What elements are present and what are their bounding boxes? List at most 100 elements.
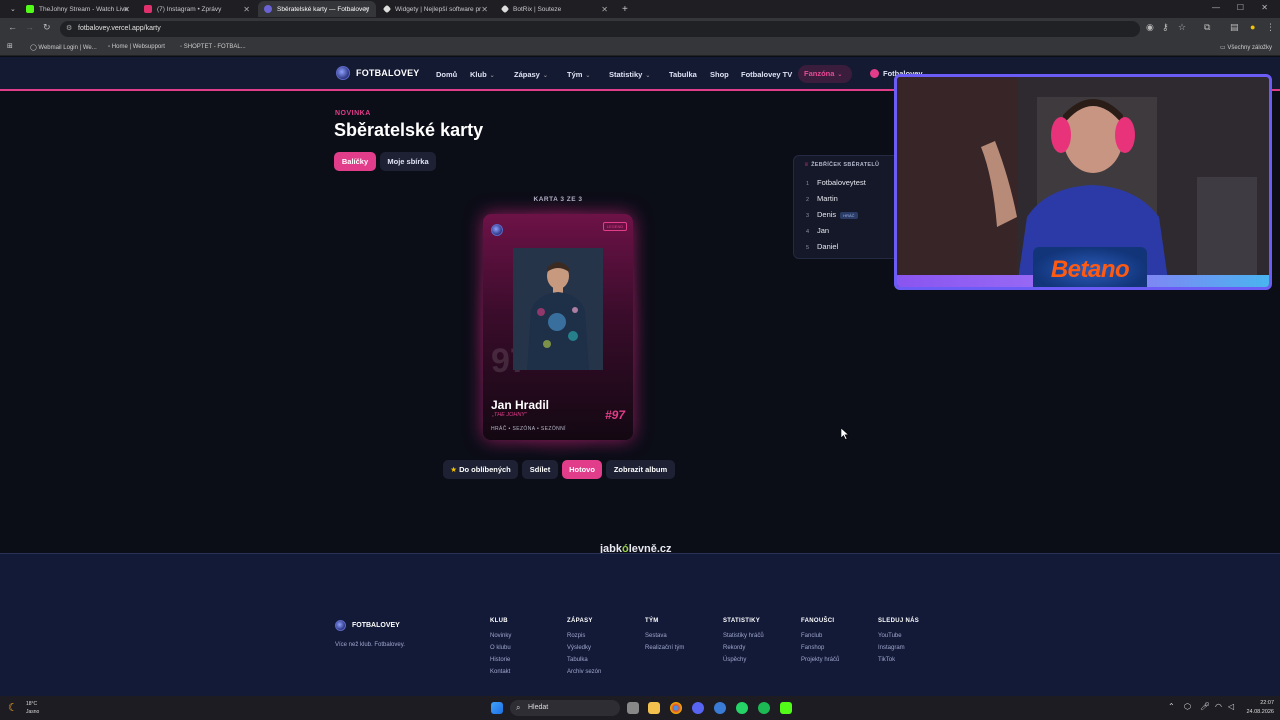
- password-icon[interactable]: ⚷: [1162, 22, 1169, 33]
- nav-zapasy[interactable]: Zápasy ⌄: [514, 70, 548, 79]
- collectible-card[interactable]: LEGEND 97 Jan Hradil „THE JOHNY" #97 HRÁ…: [483, 214, 633, 440]
- site-info-icon[interactable]: ⚙: [66, 21, 72, 37]
- leaderboard-row[interactable]: 2 Martin: [806, 194, 838, 203]
- user-avatar-icon: [870, 69, 879, 78]
- apps-grid-icon[interactable]: ⊞: [7, 42, 13, 50]
- chrome-icon[interactable]: [670, 702, 682, 714]
- footer-link[interactable]: Úspěchy: [723, 657, 746, 663]
- bookmark-websupport[interactable]: ▫ Home | Websupport: [108, 44, 165, 50]
- footer-link[interactable]: Projekty hráčů: [801, 657, 839, 663]
- footer-link[interactable]: Novinky: [490, 633, 511, 639]
- footer-link[interactable]: Kontakt: [490, 669, 510, 675]
- url-field[interactable]: ⚙ fotbalovey.vercel.app/karty: [60, 21, 1140, 37]
- nav-shop[interactable]: Shop: [710, 70, 729, 79]
- share-button[interactable]: Sdílet: [522, 460, 558, 479]
- footer-link[interactable]: Statistiky hráčů: [723, 633, 764, 639]
- card-meta: HRÁČ • SEZÓNA • SEZÓNNÍ: [491, 426, 566, 432]
- tray-app-icon[interactable]: ⬡: [1184, 702, 1191, 711]
- nav-fanzona[interactable]: Fanzóna ⌄: [798, 65, 852, 83]
- close-icon[interactable]: ✕: [123, 5, 130, 14]
- back-icon[interactable]: ←: [8, 22, 17, 32]
- chevron-down-icon: ⌄: [645, 73, 651, 79]
- footer-link[interactable]: YouTube: [878, 633, 902, 639]
- taskbar-clock[interactable]: 22:07 24.08.2026: [1246, 699, 1274, 717]
- kick-icon: [26, 5, 34, 13]
- close-icon[interactable]: ✕: [243, 5, 250, 14]
- tab-instagram[interactable]: (7) Instagram • Zprávy ✕: [138, 1, 256, 17]
- leaderboard-row[interactable]: 3 Denis HRÁČ: [806, 210, 858, 219]
- forward-icon[interactable]: →: [25, 22, 34, 32]
- weather-widget[interactable]: 18°C Jasno: [26, 700, 39, 716]
- footer-link[interactable]: Rekordy: [723, 645, 745, 651]
- footer-brand[interactable]: FOTBALOVEY: [335, 620, 400, 631]
- footer-link[interactable]: Realizační tým: [645, 645, 684, 651]
- profile-icon[interactable]: ●: [1250, 22, 1255, 32]
- leaderboard-row[interactable]: 1 Fotbaloveytest: [806, 178, 866, 187]
- nav-domu[interactable]: Domů: [436, 70, 457, 79]
- minimize-icon[interactable]: —: [1212, 3, 1220, 12]
- footer-link[interactable]: TikTok: [878, 657, 895, 663]
- footer-link[interactable]: O klubu: [490, 645, 511, 651]
- tab-botrix[interactable]: BotRix | Souteze ✕: [496, 1, 614, 17]
- close-icon[interactable]: ✕: [481, 5, 488, 14]
- nav-statistiky[interactable]: Statistiky ⌄: [609, 70, 650, 79]
- tray-chevron-icon[interactable]: ⌃: [1168, 702, 1175, 711]
- windows-start-icon[interactable]: [491, 702, 503, 714]
- footer-link[interactable]: Sestava: [645, 633, 667, 639]
- maximize-icon[interactable]: ☐: [1237, 3, 1244, 12]
- footer-tagline: Více než klub. Fotbalovey.: [335, 642, 405, 648]
- menu-icon[interactable]: ⋮: [1266, 22, 1275, 33]
- reload-icon[interactable]: ↻: [43, 22, 51, 33]
- tab-sberatelske-karty[interactable]: Sběratelské karty — Fotbalovey ✕: [258, 1, 376, 17]
- sidebar-icon[interactable]: ▤: [1230, 22, 1239, 33]
- kick-app-icon[interactable]: [780, 702, 792, 714]
- extensions-puzzle-icon[interactable]: ⧉: [1204, 22, 1210, 33]
- close-icon[interactable]: ✕: [363, 5, 370, 14]
- all-bookmarks[interactable]: ▭ Všechny záložky: [1220, 44, 1272, 51]
- nav-tym[interactable]: Tým ⌄: [567, 70, 590, 79]
- footer-link[interactable]: Rozpis: [567, 633, 585, 639]
- nav-klub[interactable]: Klub ⌄: [470, 70, 495, 79]
- footer-link[interactable]: Fanshop: [801, 645, 824, 651]
- spotify-icon[interactable]: [758, 702, 770, 714]
- bookmark-shoptet[interactable]: ◦ SHOPTET - FOTBAL...: [180, 44, 246, 50]
- close-window-icon[interactable]: ✕: [1261, 3, 1268, 12]
- bookmark-webmail[interactable]: ◯ Webmail Login | We...: [30, 44, 97, 51]
- footer-link[interactable]: Výsledky: [567, 645, 591, 651]
- favorite-button[interactable]: ★ Do oblíbených: [443, 460, 518, 479]
- bookmark-star-icon[interactable]: ☆: [1178, 22, 1186, 33]
- bookmarks-bar: ⊞ ◯ Webmail Login | We... ▫ Home | Websu…: [0, 40, 1280, 56]
- footer-link[interactable]: Instagram: [878, 645, 905, 651]
- nav-tabulka[interactable]: Tabulka: [669, 70, 697, 79]
- tab-moje-sbirka[interactable]: Moje sbírka: [380, 152, 436, 171]
- show-album-button[interactable]: Zobrazit album: [606, 460, 675, 479]
- extension-icon[interactable]: ◉: [1146, 22, 1154, 33]
- footer-link[interactable]: Fanclub: [801, 633, 822, 639]
- discord-icon[interactable]: [692, 702, 704, 714]
- weather-icon[interactable]: ☾: [8, 701, 18, 714]
- tab-label: BotRix | Souteze: [513, 5, 562, 13]
- whatsapp-icon[interactable]: [736, 702, 748, 714]
- footer-col-title: KLUB: [490, 618, 508, 624]
- new-tab-button[interactable]: +: [616, 1, 632, 17]
- nav-fotbalovey-tv[interactable]: Fotbalovey TV: [741, 70, 792, 79]
- tab-thejohny-stream[interactable]: TheJohny Stream - Watch Live ✕: [20, 1, 136, 17]
- microphone-icon[interactable]: 🎤︎: [1200, 702, 1210, 711]
- leaderboard-row[interactable]: 4 Jan: [806, 226, 829, 235]
- task-view-icon[interactable]: [627, 702, 639, 714]
- wifi-icon[interactable]: ◠: [1215, 702, 1222, 711]
- leaderboard-row[interactable]: 5 Daniel: [806, 242, 838, 251]
- edge-icon[interactable]: [714, 702, 726, 714]
- footer-link[interactable]: Tabulka: [567, 657, 588, 663]
- file-explorer-icon[interactable]: [648, 702, 660, 714]
- tab-widgety[interactable]: Widgety | Nejlepší software pr ✕: [378, 1, 494, 17]
- site-brand[interactable]: FOTBALOVEY: [336, 66, 420, 80]
- footer-link[interactable]: Historie: [490, 657, 510, 663]
- done-button[interactable]: Hotovo: [562, 460, 602, 479]
- footer-link[interactable]: Archiv sezón: [567, 669, 601, 675]
- player-tag: HRÁČ: [840, 211, 858, 219]
- taskbar-search[interactable]: ⌕ Hledat: [510, 700, 620, 716]
- volume-icon[interactable]: ◁: [1228, 702, 1234, 711]
- close-icon[interactable]: ✕: [601, 5, 608, 14]
- tab-balicky[interactable]: Balíčky: [334, 152, 376, 171]
